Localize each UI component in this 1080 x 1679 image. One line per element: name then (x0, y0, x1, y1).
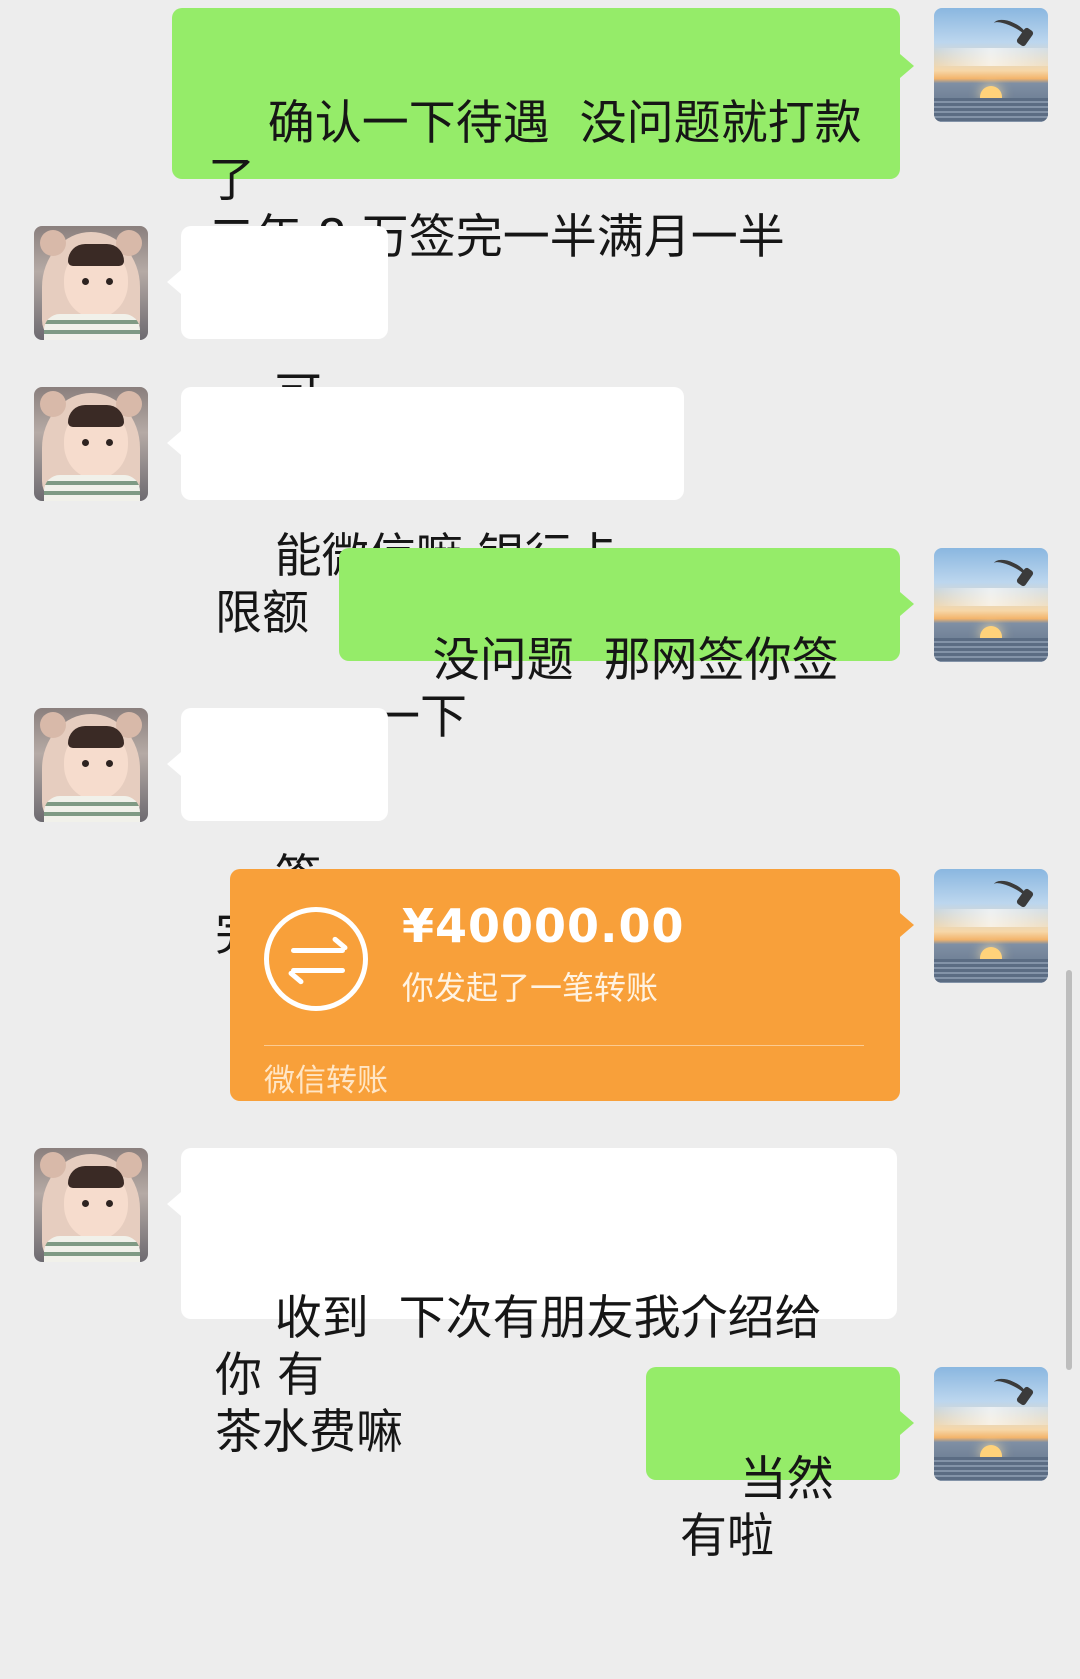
bubble-tail (900, 54, 914, 78)
transfer-amount: ¥40000.00 (402, 899, 685, 953)
bubble-tail (167, 270, 181, 294)
divider (264, 1045, 864, 1046)
bubble-tail (167, 752, 181, 776)
scrollbar[interactable] (1066, 970, 1072, 1370)
contact-avatar[interactable] (34, 387, 148, 501)
self-avatar[interactable] (934, 1367, 1048, 1481)
self-avatar[interactable] (934, 8, 1048, 122)
contact-avatar[interactable] (34, 226, 148, 340)
message-bubble[interactable]: 收到 下次有朋友我介绍给你 有 茶水费嘛 (167, 1148, 897, 1460)
message-text: 没问题 那网签你签一下 (373, 633, 839, 745)
bubble-tail (167, 431, 181, 455)
message-bubble[interactable]: 确认一下待遇 没问题就打款了 二年 8 万签完一半满月一半 (172, 8, 914, 265)
message-text: 当然有啦 (680, 1452, 834, 1564)
bubble-tail (167, 1192, 181, 1216)
transfer-description: 你发起了一笔转账 (402, 969, 659, 1007)
contact-avatar[interactable] (34, 708, 148, 822)
contact-avatar[interactable] (34, 1148, 148, 1262)
transfer-footer: 微信转账 (264, 1063, 388, 1099)
self-avatar[interactable] (934, 869, 1048, 983)
bubble-tail (900, 1411, 914, 1435)
message-bubble[interactable]: 当然有啦 (646, 1367, 914, 1564)
transfer-arrows-icon (264, 907, 368, 1011)
bubble-tail (900, 592, 914, 616)
message-bubble[interactable]: 没问题 那网签你签一下 (339, 548, 914, 745)
self-avatar[interactable] (934, 548, 1048, 662)
message-bubble[interactable]: 签完啦 (167, 708, 388, 962)
message-bubble[interactable]: 能微信嘛 银行卡限额 (167, 387, 684, 641)
bubble-tail (900, 913, 914, 937)
transfer-card[interactable]: ¥40000.00 你发起了一笔转账 微信转账 (230, 869, 914, 1101)
message-bubble[interactable]: 可以的 (167, 226, 388, 480)
